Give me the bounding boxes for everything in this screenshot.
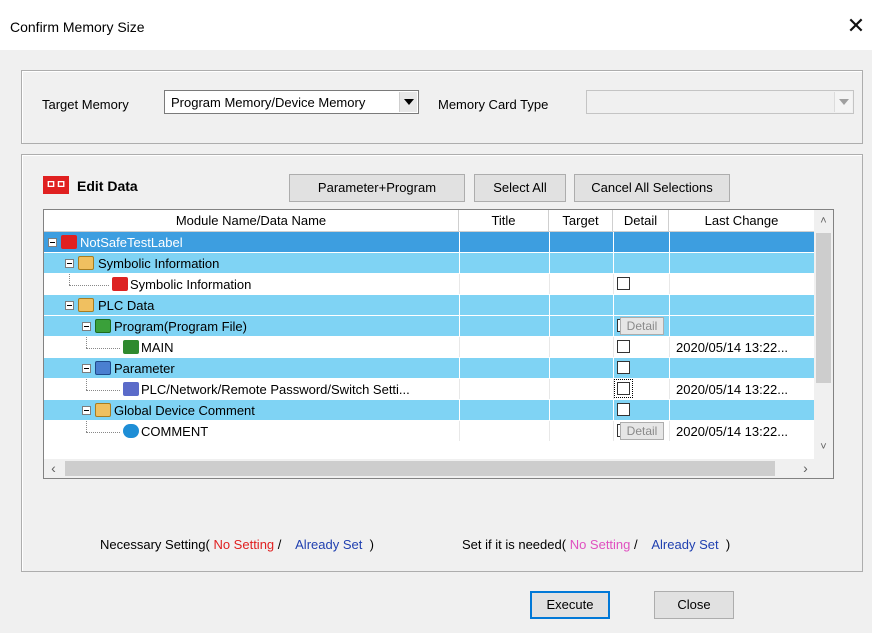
legend-slash: /: [277, 537, 282, 552]
legend-no-setting: No Setting: [569, 537, 631, 552]
table-body: NotSafeTestLabel Symbolic Information Sy…: [44, 232, 815, 442]
legend-already-set: Already Set: [295, 537, 363, 552]
scroll-thumb[interactable]: [65, 461, 775, 476]
target-checkbox[interactable]: [614, 379, 633, 398]
target-checkbox[interactable]: [617, 403, 630, 416]
parameter-program-button[interactable]: Parameter+Program: [289, 174, 465, 202]
table-row[interactable]: Parameter: [44, 358, 815, 379]
collapse-icon[interactable]: [48, 238, 57, 247]
target-memory-value: Program Memory/Device Memory: [171, 95, 366, 110]
target-memory-select[interactable]: Program Memory/Device Memory: [164, 90, 419, 114]
row-name: PLC/Network/Remote Password/Switch Setti…: [141, 382, 410, 397]
last-change-value: 2020/05/14 13:22...: [676, 340, 789, 355]
table-row[interactable]: PLC Data: [44, 295, 815, 316]
table-row[interactable]: Global Device Comment: [44, 400, 815, 421]
collapse-icon[interactable]: [65, 301, 74, 310]
scroll-corner: [814, 459, 833, 478]
row-name: Symbolic Information: [130, 277, 252, 292]
legend-slash: /: [634, 537, 638, 552]
table-row[interactable]: COMMENT Detail 2020/05/14 13:22...: [44, 421, 815, 442]
select-all-button[interactable]: Select All: [474, 174, 566, 202]
horizontal-scrollbar[interactable]: ‹ ›: [44, 459, 815, 478]
row-name: Symbolic Information: [98, 256, 220, 271]
necessary-setting-legend: Necessary Setting( No Setting / Already …: [100, 537, 374, 552]
row-name: Program(Program File): [114, 319, 247, 334]
target-memory-label: Target Memory: [42, 97, 129, 112]
column-header-title[interactable]: Title: [459, 210, 549, 231]
execute-button[interactable]: Execute: [530, 591, 610, 619]
scroll-thumb[interactable]: [816, 233, 831, 383]
legend-no-setting: No Setting: [213, 537, 275, 552]
project-icon: [61, 235, 77, 249]
last-change-value: 2020/05/14 13:22...: [676, 424, 789, 439]
row-name: COMMENT: [141, 424, 209, 439]
data-table[interactable]: Module Name/Data Name Title Target Detai…: [43, 209, 834, 479]
legend-already-set: Already Set: [651, 537, 719, 552]
column-header-module-name[interactable]: Module Name/Data Name: [44, 210, 459, 231]
row-name: NotSafeTestLabel: [80, 235, 183, 250]
scroll-right-icon[interactable]: ›: [796, 459, 815, 478]
collapse-icon[interactable]: [82, 406, 91, 415]
chevron-down-icon: [834, 92, 852, 112]
symbolic-info-icon: [112, 277, 128, 291]
table-row[interactable]: Symbolic Information: [44, 274, 815, 295]
if-needed-legend: Set if it is needed( No Setting / Alread…: [462, 537, 730, 552]
row-name: Parameter: [114, 361, 175, 376]
table-row[interactable]: Symbolic Information: [44, 253, 815, 274]
column-header-detail[interactable]: Detail: [613, 210, 669, 231]
close-button[interactable]: Close: [654, 591, 734, 619]
table-row[interactable]: MAIN 2020/05/14 13:22...: [44, 337, 815, 358]
collapse-icon[interactable]: [82, 322, 91, 331]
edit-data-icon: ㅁㅁ: [43, 176, 69, 194]
folder-icon: [78, 256, 94, 270]
comment-icon: [123, 424, 139, 438]
table-row[interactable]: Program(Program File) Detail: [44, 316, 815, 337]
legend-text: Set if it is needed(: [462, 537, 567, 552]
collapse-icon[interactable]: [82, 364, 91, 373]
table-row[interactable]: NotSafeTestLabel: [44, 232, 815, 253]
detail-button[interactable]: Detail: [620, 317, 664, 335]
memory-card-type-select: [586, 90, 854, 114]
table-header: Module Name/Data Name Title Target Detai…: [44, 210, 815, 232]
title-bar: Confirm Memory Size ✕: [0, 0, 872, 50]
legend-close: ): [369, 537, 374, 552]
folder-icon: [78, 298, 94, 312]
edit-data-label: Edit Data: [77, 178, 138, 194]
scroll-left-icon[interactable]: ‹: [44, 459, 63, 478]
row-name: Global Device Comment: [114, 403, 255, 418]
cancel-all-selections-button[interactable]: Cancel All Selections: [574, 174, 730, 202]
network-parameter-icon: [123, 382, 139, 396]
column-header-last-change[interactable]: Last Change: [669, 210, 815, 231]
close-icon[interactable]: ✕: [842, 12, 870, 42]
folder-icon: [95, 403, 111, 417]
window-title: Confirm Memory Size: [10, 19, 145, 35]
legend-close: ): [725, 537, 731, 552]
row-name: MAIN: [141, 340, 174, 355]
scroll-up-icon[interactable]: ˄: [814, 212, 833, 231]
program-icon: [95, 319, 111, 333]
row-name: PLC Data: [98, 298, 155, 313]
target-checkbox[interactable]: [617, 277, 630, 290]
table-row[interactable]: PLC/Network/Remote Password/Switch Setti…: [44, 379, 815, 400]
target-checkbox[interactable]: [617, 340, 630, 353]
scroll-down-icon[interactable]: ˅: [814, 438, 833, 457]
column-header-target[interactable]: Target: [549, 210, 613, 231]
memory-card-type-label: Memory Card Type: [438, 97, 549, 112]
legend-text: Necessary Setting(: [100, 537, 210, 552]
program-file-icon: [123, 340, 139, 354]
vertical-scrollbar[interactable]: ˄ ˅: [814, 210, 833, 459]
detail-button[interactable]: Detail: [620, 422, 664, 440]
parameter-icon: [95, 361, 111, 375]
chevron-down-icon[interactable]: [399, 92, 417, 112]
collapse-icon[interactable]: [65, 259, 74, 268]
last-change-value: 2020/05/14 13:22...: [676, 382, 789, 397]
target-checkbox[interactable]: [617, 361, 630, 374]
